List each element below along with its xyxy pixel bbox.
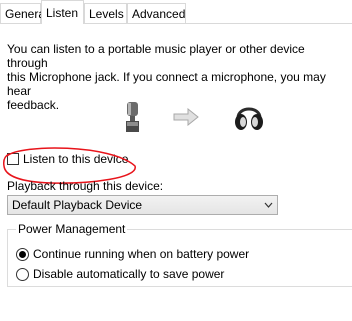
radio-button[interactable]: [16, 267, 29, 281]
playback-device-select[interactable]: Default Playback Device: [7, 195, 278, 215]
tab-listen[interactable]: Listen: [41, 0, 84, 24]
tab-advanced[interactable]: Advanced: [127, 3, 186, 23]
headphones-icon: [235, 107, 263, 130]
microphone-icon: [126, 102, 139, 132]
listen-panel: You can listen to a portable music playe…: [0, 24, 352, 321]
chevron-down-icon: [259, 202, 277, 208]
tab-strip: General Listen Levels Advanced: [0, 0, 352, 24]
listen-checkbox[interactable]: [7, 153, 19, 165]
radio-button-selected[interactable]: [16, 247, 29, 261]
radio-continue-running[interactable]: Continue running when on battery power: [16, 246, 249, 262]
radio-disable-automatically[interactable]: Disable automatically to save power: [16, 266, 224, 282]
radio-continue-running-label[interactable]: Continue running when on battery power: [33, 247, 249, 261]
radio-disable-automatically-label[interactable]: Disable automatically to save power: [33, 267, 224, 281]
power-management-title: Power Management: [16, 222, 128, 236]
listen-checkbox-label[interactable]: Listen to this device: [23, 152, 128, 166]
description-text: You can listen to a portable music playe…: [7, 42, 326, 112]
playback-device-value: Default Playback Device: [12, 198, 143, 212]
tab-levels[interactable]: Levels: [84, 3, 127, 23]
playback-label: Playback through this device:: [7, 179, 164, 193]
power-management-group: Power Management Continue running when o…: [7, 222, 352, 287]
right-arrow-icon: [173, 108, 199, 126]
listen-checkbox-row[interactable]: Listen to this device: [7, 151, 128, 167]
tab-general[interactable]: General: [0, 3, 48, 23]
